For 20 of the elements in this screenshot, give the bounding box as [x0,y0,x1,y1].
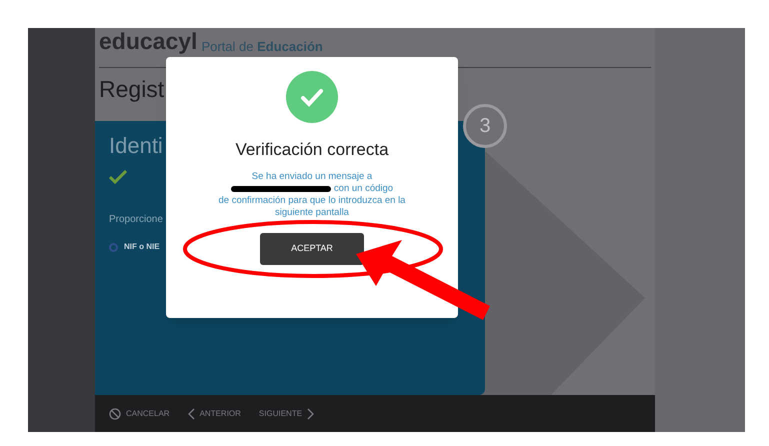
chevron-left-icon [188,408,195,420]
radio-button[interactable] [109,242,118,252]
radio-label: NIF o NIE [124,241,160,253]
portal-title: Portal de Educación [201,40,323,53]
modal-title: Verificación correcta [235,139,389,161]
success-check-icon [286,71,338,123]
step-number: 3 [463,104,507,148]
chevron-right-icon [307,408,314,420]
footer-button[interactable]: CANCELAR [109,408,170,420]
modal-message: de confirmación para que lo introduzca en la siguiente pantalla [218,194,406,218]
panel-prompt: Proporcione [109,213,163,227]
modal-message: Se ha enviado un mensaje a [252,170,372,182]
footer-button[interactable]: SIGUIENTE [258,408,314,420]
footer-button[interactable]: ANTERIOR [188,408,241,420]
modal-message: con un código [334,182,394,194]
cancel-icon [109,408,121,420]
panel-title: Identi [109,132,163,160]
logo: educacyl [99,30,198,53]
accept-button[interactable]: ACEPTAR [260,232,364,264]
page-title: Regist [99,78,164,101]
